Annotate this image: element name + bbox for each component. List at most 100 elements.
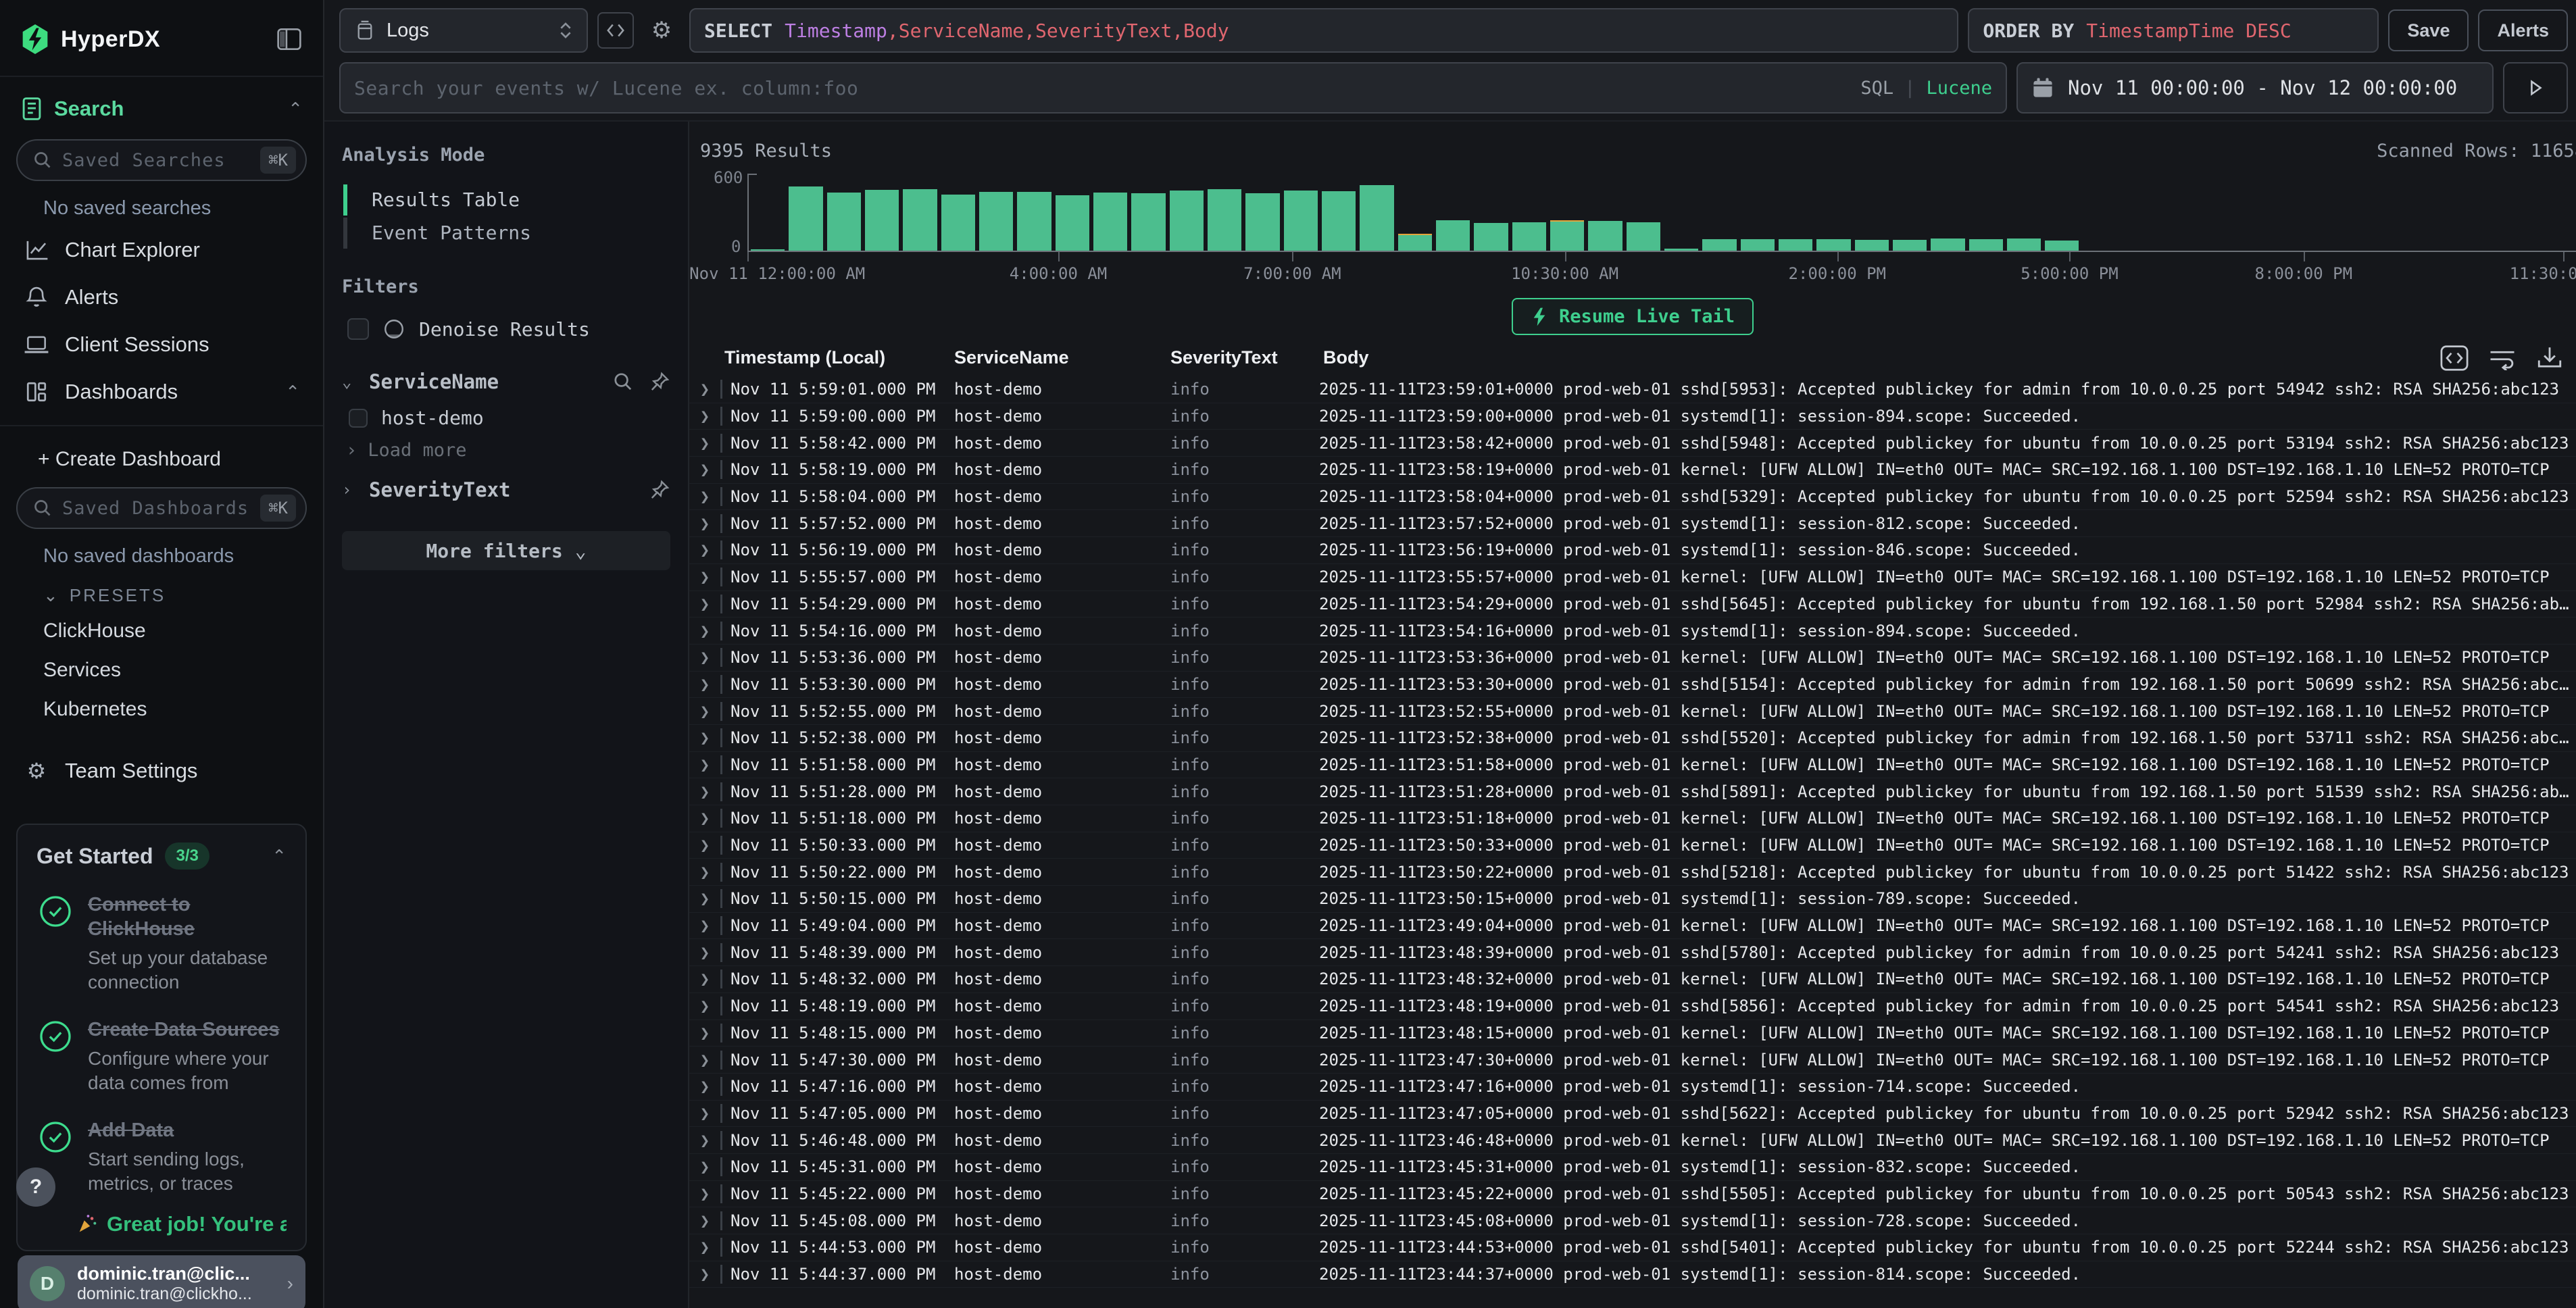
chevron-up-icon[interactable]: ⌃	[285, 382, 300, 403]
table-row[interactable]: ❯Nov 11 5:54:16.000 PMhost-demoinfo2025-…	[689, 618, 2576, 645]
column-header-timestamp[interactable]: Timestamp (Local)	[720, 347, 950, 368]
saved-searches-input[interactable]: Saved Searches ⌘K	[16, 139, 307, 181]
gear-icon[interactable]: ⚙	[643, 12, 680, 49]
lucene-toggle[interactable]: Lucene	[1926, 78, 1992, 99]
table-row[interactable]: ❯Nov 11 5:56:19.000 PMhost-demoinfo2025-…	[689, 537, 2576, 564]
table-row[interactable]: ❯Nov 11 5:45:08.000 PMhost-demoinfo2025-…	[689, 1207, 2576, 1234]
sidebar-item-client-sessions[interactable]: Client Sessions	[0, 321, 323, 368]
cell-servicename: host-demo	[950, 1184, 1166, 1203]
pin-icon[interactable]	[649, 371, 670, 393]
alerts-button[interactable]: Alerts	[2478, 9, 2568, 51]
load-more-button[interactable]: › Load more	[346, 440, 670, 461]
code-view-button[interactable]	[597, 12, 634, 49]
create-dashboard-button[interactable]: + Create Dashboard	[0, 433, 323, 482]
cell-timestamp: Nov 11 5:56:19.000 PM	[720, 540, 950, 559]
table-row[interactable]: ❯Nov 11 5:51:28.000 PMhost-demoinfo2025-…	[689, 778, 2576, 805]
table-row[interactable]: ❯Nov 11 5:48:19.000 PMhost-demoinfo2025-…	[689, 993, 2576, 1020]
x-axis-label: 8:00:00 PM	[2255, 264, 2353, 283]
download-icon[interactable]	[2535, 345, 2564, 372]
table-row[interactable]: ❯Nov 11 5:50:22.000 PMhost-demoinfo2025-…	[689, 859, 2576, 886]
table-row[interactable]: ❯Nov 11 5:47:16.000 PMhost-demoinfo2025-…	[689, 1074, 2576, 1101]
table-row[interactable]: ❯Nov 11 5:55:57.000 PMhost-demoinfo2025-…	[689, 564, 2576, 591]
sidebar-item-search[interactable]: Search ⌃	[0, 84, 323, 134]
table-row[interactable]: ❯Nov 11 5:57:52.000 PMhost-demoinfo2025-…	[689, 510, 2576, 537]
save-button[interactable]: Save	[2388, 9, 2469, 51]
table-row[interactable]: ❯Nov 11 5:58:42.000 PMhost-demoinfo2025-…	[689, 430, 2576, 457]
row-expand-chevron-icon: ❯	[689, 782, 720, 801]
table-row[interactable]: ❯Nov 11 5:51:58.000 PMhost-demoinfo2025-…	[689, 752, 2576, 779]
sidebar-item-chart-explorer[interactable]: Chart Explorer	[0, 226, 323, 274]
table-row[interactable]: ❯Nov 11 5:47:30.000 PMhost-demoinfo2025-…	[689, 1047, 2576, 1074]
facet-search-icon[interactable]	[612, 371, 634, 393]
table-row[interactable]: ❯Nov 11 5:59:01.000 PMhost-demoinfo2025-…	[689, 376, 2576, 403]
select-columns-input[interactable]: SELECTTimestamp,ServiceName,SeverityText…	[689, 8, 1958, 53]
table-row[interactable]: ❯Nov 11 5:44:53.000 PMhost-demoinfo2025-…	[689, 1234, 2576, 1261]
table-row[interactable]: ❯Nov 11 5:58:19.000 PMhost-demoinfo2025-…	[689, 457, 2576, 484]
column-header-body[interactable]: Body	[1319, 347, 2576, 368]
table-row[interactable]: ❯Nov 11 5:48:32.000 PMhost-demoinfo2025-…	[689, 966, 2576, 993]
table-code-view-icon[interactable]	[2439, 345, 2469, 372]
sql-toggle[interactable]: SQL	[1860, 78, 1893, 99]
cell-timestamp: Nov 11 5:50:15.000 PM	[720, 889, 950, 908]
table-row[interactable]: ❯Nov 11 5:53:30.000 PMhost-demoinfo2025-…	[689, 672, 2576, 699]
run-query-button[interactable]	[2503, 62, 2568, 114]
more-filters-button[interactable]: More filters ⌄	[342, 531, 670, 570]
table-row[interactable]: ❯Nov 11 5:50:15.000 PMhost-demoinfo2025-…	[689, 886, 2576, 913]
mode-event-patterns[interactable]: Event Patterns	[343, 216, 670, 249]
order-by-input[interactable]: ORDER BYTimestampTime DESC	[1968, 8, 2379, 53]
events-histogram[interactable]: 600 0 Nov 11 12:00:00 AM4:00:00 AM7:00:0…	[689, 170, 2576, 291]
host-demo-checkbox[interactable]	[349, 409, 368, 428]
table-row[interactable]: ❯Nov 11 5:48:15.000 PMhost-demoinfo2025-…	[689, 1020, 2576, 1047]
search-input[interactable]: Search your events w/ Lucene ex. column:…	[339, 62, 2007, 114]
table-row[interactable]: ❯Nov 11 5:54:29.000 PMhost-demoinfo2025-…	[689, 591, 2576, 618]
table-row[interactable]: ❯Nov 11 5:59:00.000 PMhost-demoinfo2025-…	[689, 403, 2576, 430]
presets-group[interactable]: ⌄ PRESETS	[0, 574, 323, 611]
source-select[interactable]: Logs	[339, 8, 588, 53]
preset-clickhouse[interactable]: ClickHouse	[0, 611, 323, 651]
table-row[interactable]: ❯Nov 11 5:52:55.000 PMhost-demoinfo2025-…	[689, 698, 2576, 725]
help-button[interactable]: ?	[16, 1167, 55, 1207]
table-row[interactable]: ❯Nov 11 5:44:37.000 PMhost-demoinfo2025-…	[689, 1261, 2576, 1288]
table-row[interactable]: ❯Nov 11 5:49:04.000 PMhost-demoinfo2025-…	[689, 913, 2576, 940]
table-row[interactable]: ❯Nov 11 5:47:05.000 PMhost-demoinfo2025-…	[689, 1101, 2576, 1128]
histogram-plot-area[interactable]	[747, 174, 2576, 252]
cell-servicename: host-demo	[950, 916, 1166, 935]
date-range-picker[interactable]: Nov 11 00:00:00 - Nov 12 00:00:00	[2016, 62, 2494, 114]
column-header-servicename[interactable]: ServiceName	[950, 347, 1166, 368]
table-row[interactable]: ❯Nov 11 5:46:48.000 PMhost-demoinfo2025-…	[689, 1127, 2576, 1154]
facet-severitytext[interactable]: › SeverityText	[342, 478, 670, 501]
resume-live-tail-button[interactable]: Resume Live Tail	[1512, 298, 1754, 335]
sidebar-item-team-settings[interactable]: ⚙ Team Settings	[0, 747, 323, 795]
sidebar-item-alerts[interactable]: Alerts	[0, 274, 323, 321]
table-row[interactable]: ❯Nov 11 5:45:31.000 PMhost-demoinfo2025-…	[689, 1154, 2576, 1181]
chevron-up-icon[interactable]: ⌃	[272, 846, 287, 867]
user-menu[interactable]: D dominic.tran@clic... dominic.tran@clic…	[18, 1255, 305, 1308]
pin-icon[interactable]	[649, 479, 670, 501]
sidebar-item-dashboards[interactable]: Dashboards ⌃	[0, 368, 323, 416]
table-row[interactable]: ❯Nov 11 5:48:39.000 PMhost-demoinfo2025-…	[689, 939, 2576, 966]
denoise-results-toggle[interactable]: Denoise Results	[347, 318, 670, 341]
mode-results-table[interactable]: Results Table	[343, 183, 670, 216]
cell-servicename: host-demo	[950, 622, 1166, 640]
facet-value-host-demo[interactable]: host-demo	[349, 407, 670, 429]
preset-kubernetes[interactable]: Kubernetes	[0, 690, 323, 729]
row-expand-chevron-icon: ❯	[689, 1024, 720, 1042]
table-row[interactable]: ❯Nov 11 5:45:22.000 PMhost-demoinfo2025-…	[689, 1181, 2576, 1208]
wrap-text-icon[interactable]	[2488, 346, 2517, 370]
table-row[interactable]: ❯Nov 11 5:58:04.000 PMhost-demoinfo2025-…	[689, 484, 2576, 511]
get-started-item[interactable]: Add Data Start sending logs, metrics, or…	[36, 1118, 287, 1196]
denoise-checkbox[interactable]	[347, 318, 369, 340]
get-started-item[interactable]: Connect to ClickHouse Set up your databa…	[36, 892, 287, 995]
get-started-item[interactable]: Create Data Sources Configure where your…	[36, 1017, 287, 1095]
saved-dashboards-input[interactable]: Saved Dashboards ⌘K	[16, 487, 307, 529]
column-header-severitytext[interactable]: SeverityText	[1166, 347, 1319, 368]
chevron-up-icon[interactable]: ⌃	[288, 99, 303, 120]
table-row[interactable]: ❯Nov 11 5:51:18.000 PMhost-demoinfo2025-…	[689, 805, 2576, 832]
preset-services[interactable]: Services	[0, 651, 323, 690]
collapse-sidebar-icon[interactable]	[276, 27, 303, 51]
filters-label: Filters	[342, 276, 670, 297]
facet-servicename[interactable]: ⌄ ServiceName	[342, 370, 670, 393]
table-row[interactable]: ❯Nov 11 5:52:38.000 PMhost-demoinfo2025-…	[689, 725, 2576, 752]
table-row[interactable]: ❯Nov 11 5:53:36.000 PMhost-demoinfo2025-…	[689, 645, 2576, 672]
table-row[interactable]: ❯Nov 11 5:50:33.000 PMhost-demoinfo2025-…	[689, 832, 2576, 859]
